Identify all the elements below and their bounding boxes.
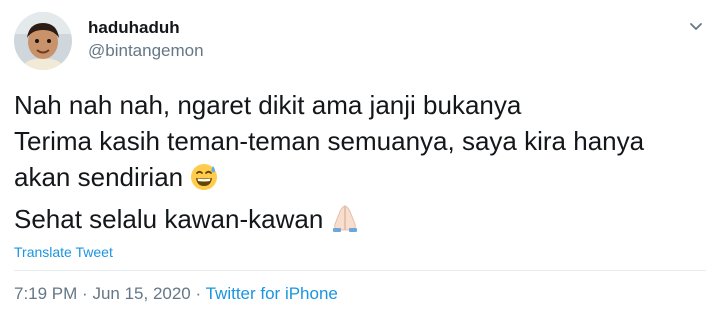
grinning-sweat-emoji-icon — [189, 162, 219, 201]
translate-tweet-link[interactable]: Translate Tweet — [14, 244, 113, 260]
tweet-meta: 7:19 PM · Jun 15, 2020 · Twitter for iPh… — [14, 284, 338, 304]
folded-hands-emoji-icon — [329, 202, 361, 243]
user-handle[interactable]: @bintangemon — [88, 40, 204, 62]
display-name[interactable]: haduhaduh — [88, 18, 204, 38]
divider — [14, 270, 706, 271]
tweet-line: Sehat selalu kawan-kawan — [14, 201, 706, 243]
meta-separator: · — [195, 284, 202, 303]
meta-separator: · — [82, 284, 88, 303]
tweet-line-text: akan sendirian — [14, 162, 184, 192]
tweet-time[interactable]: 7:19 PM — [14, 284, 77, 303]
tweet-header: haduhaduh @bintangemon — [14, 12, 706, 72]
tweet-date[interactable]: Jun 15, 2020 — [92, 284, 190, 303]
tweet-line-text: Sehat selalu kawan-kawan — [14, 204, 324, 234]
tweet-card: haduhaduh @bintangemon Nah nah nah, ngar… — [0, 0, 720, 318]
user-info: haduhaduh @bintangemon — [88, 18, 204, 62]
tweet-text: Nah nah nah, ngaret dikit ama janji buka… — [14, 87, 706, 243]
tweet-source-link[interactable]: Twitter for iPhone — [206, 284, 338, 303]
chevron-down-icon[interactable] — [686, 16, 706, 36]
avatar-image — [14, 12, 72, 70]
avatar[interactable] — [14, 12, 72, 70]
tweet-line: Terima kasih teman-teman semuanya, saya … — [14, 126, 645, 156]
tweet-line: akan sendirian — [14, 159, 706, 201]
tweet-line: Nah nah nah, ngaret dikit ama janji buka… — [14, 90, 522, 120]
